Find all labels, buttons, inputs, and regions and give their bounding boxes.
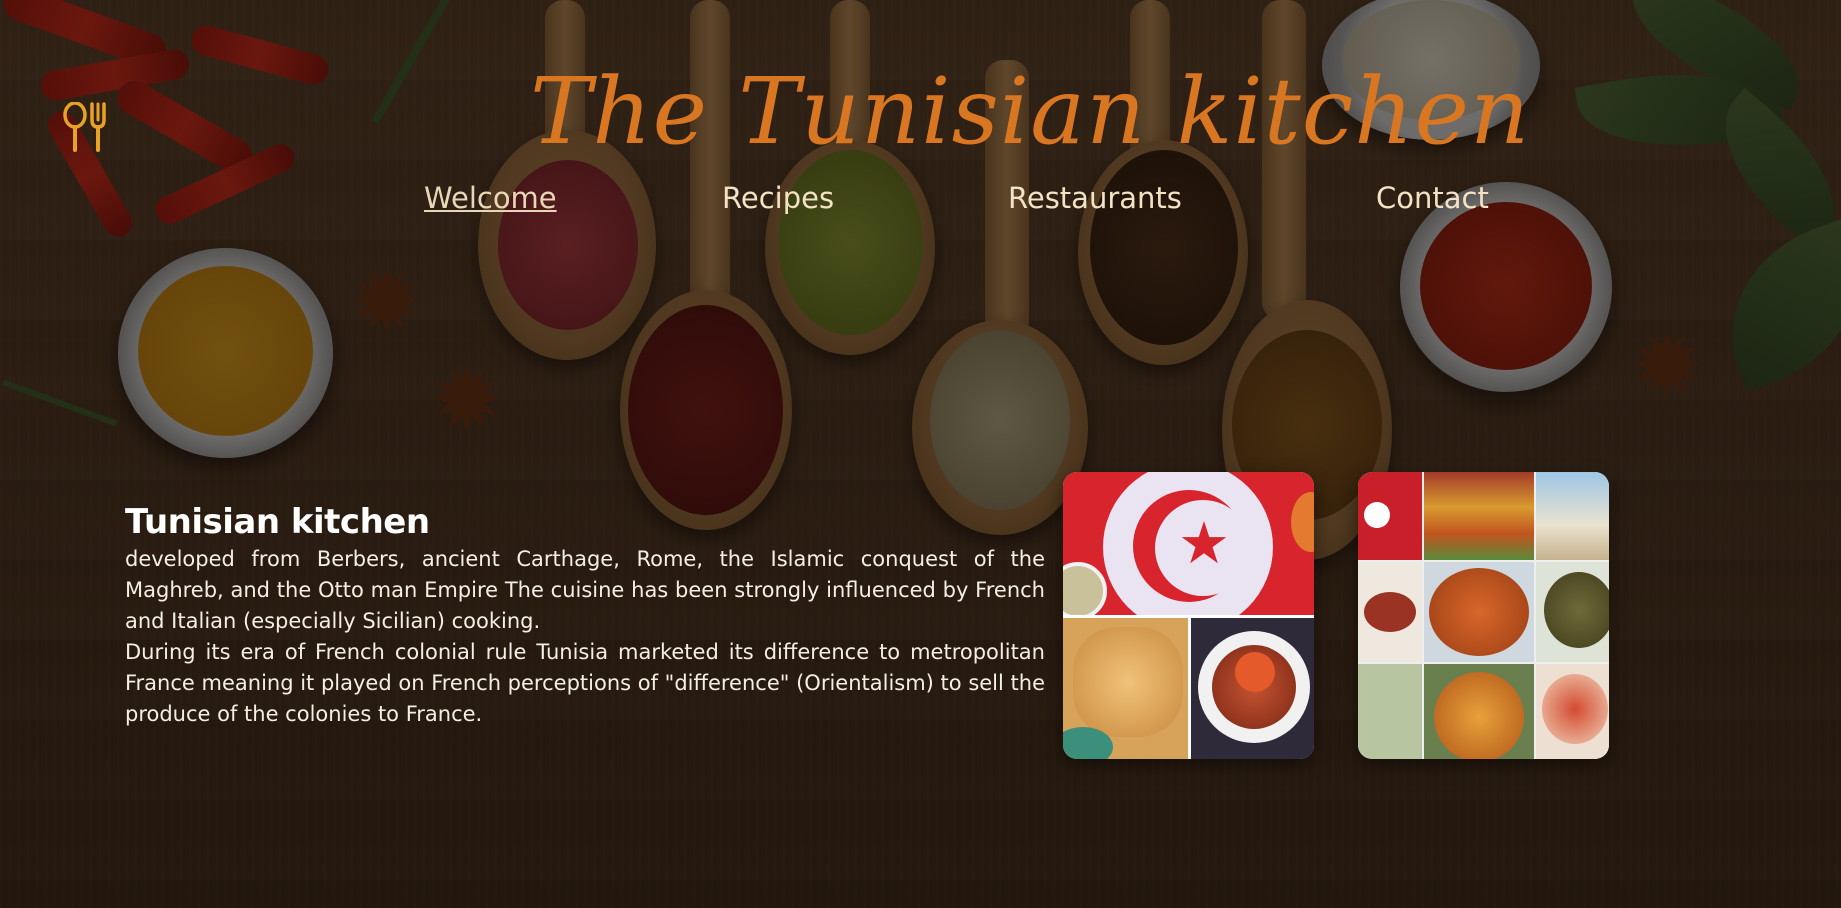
intro-heading: Tunisian kitchen [125,502,430,542]
nav-contact-link[interactable]: Contact [1376,181,1489,215]
tunisian-flag-and-dishes-collage: ★ [1063,472,1314,759]
site-title: The Tunisian kitchen [530,58,1531,165]
intro-section: Tunisian kitchen developed from Berbers,… [125,502,1045,730]
intro-paragraph-2: During its era of French colonial rule T… [125,640,1045,726]
nav-recipes-link[interactable]: Recipes [722,181,834,215]
main-nav: Welcome Recipes Restaurants Contact [0,181,1841,221]
spoon-fork-icon[interactable] [62,101,114,154]
tunisian-spices-and-food-collage [1358,472,1609,759]
nav-restaurants-link[interactable]: Restaurants [1008,181,1182,215]
nav-welcome-link[interactable]: Welcome [424,181,557,215]
intro-paragraph-1: developed from Berbers, ancient Carthage… [125,547,1045,633]
